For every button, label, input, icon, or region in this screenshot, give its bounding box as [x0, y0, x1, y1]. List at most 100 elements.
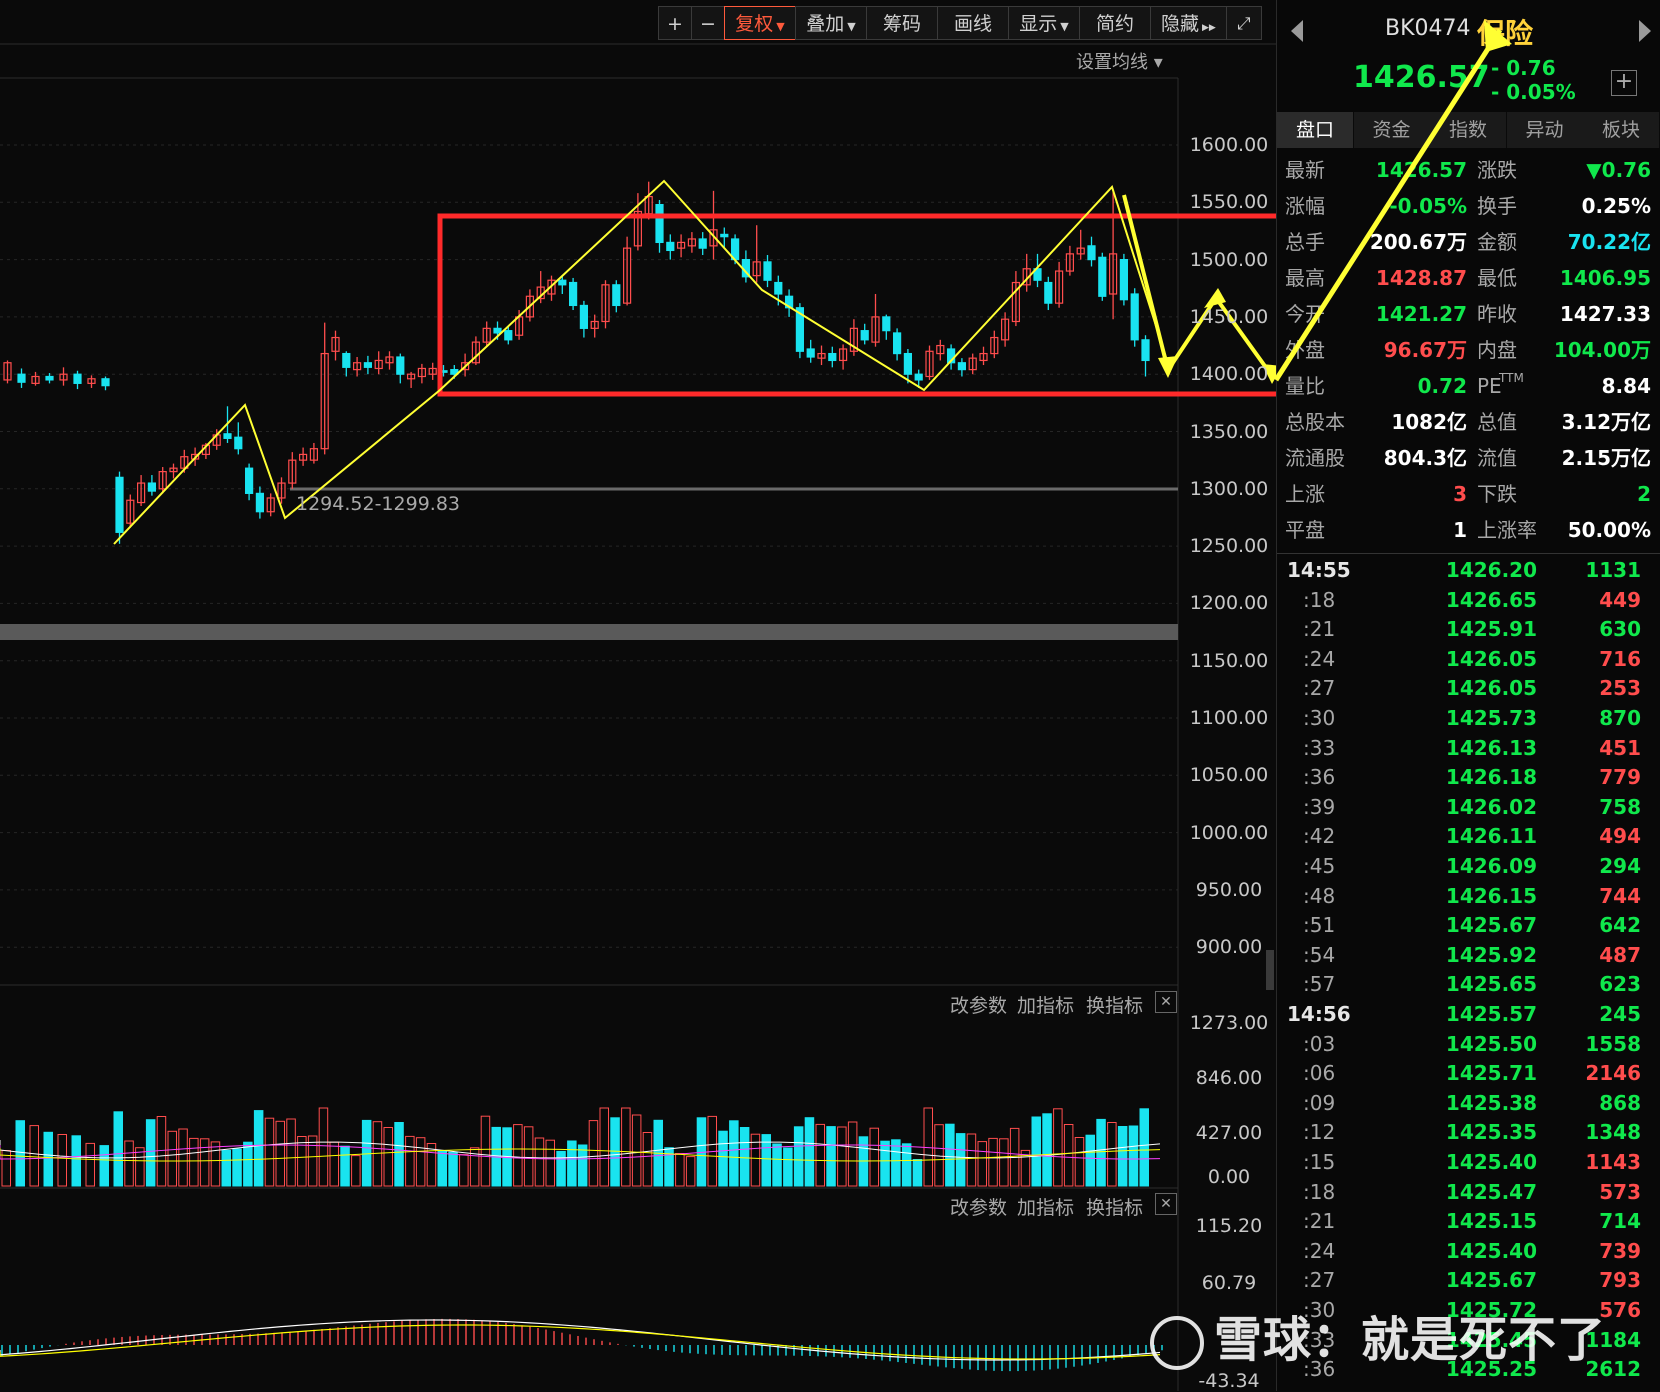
volume-bar [793, 1126, 804, 1187]
next-arrow-icon[interactable] [1639, 20, 1651, 42]
tick-price: 1426.18 [1445, 765, 1537, 790]
tick-time: :24 [1303, 646, 1336, 671]
quote-value: 50.00% [1567, 518, 1651, 542]
volume-bar [383, 1127, 393, 1187]
indicator-button-1[interactable]: 加指标 [1017, 991, 1074, 1018]
candle-body [101, 378, 110, 387]
tick-price: 1426.11 [1445, 824, 1537, 849]
candle-body [115, 476, 124, 533]
plus-box-icon[interactable]: + [1611, 70, 1637, 96]
indicator-button-2[interactable]: 换指标 [1086, 1193, 1143, 1220]
panel-tab-0[interactable]: 盘口 [1277, 112, 1354, 148]
quote-label: 涨幅 [1285, 194, 1325, 218]
toolbar-item-label: 叠加 [806, 13, 845, 35]
support-level-label: 1294.52-1299.83 [296, 493, 460, 515]
volume-bar [556, 1150, 566, 1187]
toolbar-item-3[interactable]: 画线 [937, 6, 1009, 40]
toolbar-item-4[interactable]: 显示 ▼ [1008, 6, 1080, 40]
candle-body [255, 492, 264, 513]
volume-bar [901, 1143, 912, 1187]
axis-tick-label: 60.79 [1201, 1272, 1257, 1294]
toolbar-item-5[interactable]: 简约 [1079, 6, 1151, 40]
xueqiu-logo-icon [1150, 1316, 1204, 1370]
indicator-button-1[interactable]: 加指标 [1017, 1193, 1074, 1220]
tick-time: :33 [1303, 735, 1336, 760]
tick-volume: 1348 [1585, 1120, 1641, 1145]
candle-body [234, 436, 243, 450]
indicator-button-0[interactable]: 改参数 [950, 1193, 1007, 1220]
quote-value: 0.25% [1581, 194, 1651, 218]
indicator-button-0[interactable]: 改参数 [950, 991, 1007, 1018]
volume-bar [43, 1131, 53, 1187]
volume-bar [167, 1130, 177, 1187]
panel-tab-1[interactable]: 资金 [1353, 112, 1431, 148]
scroll-bar[interactable] [0, 624, 1178, 640]
ma-setting-button[interactable]: 设置均线 ▾ [1076, 48, 1163, 74]
quote-panel: BK0474 保险 1426.57 - 0.76 - 0.05% + 盘口 资金指… [1276, 0, 1660, 1391]
volume-bar [437, 1150, 447, 1187]
axis-tick-label: 427.00 [1195, 1122, 1263, 1144]
quote-value: 1082亿 [1391, 410, 1467, 434]
price-tick-label: 1600.00 [1189, 134, 1269, 156]
volume-bar [1074, 1137, 1085, 1187]
tick-price: 1426.05 [1445, 676, 1537, 701]
zoom-out-button[interactable]: − [691, 6, 725, 40]
volume-bar [210, 1141, 221, 1187]
volume-bar [1096, 1118, 1106, 1187]
tick-price: 1425.73 [1445, 706, 1537, 730]
volume-bar [29, 1125, 39, 1187]
expand-icon[interactable]: ⤢ [1225, 6, 1262, 40]
volume-bar [135, 1147, 145, 1187]
tick-price: 1425.57 [1445, 1002, 1537, 1026]
tick-time: 14:56 [1287, 1002, 1351, 1026]
quote-value: 104.00万 [1553, 338, 1651, 362]
tick-time: :12 [1303, 1120, 1336, 1145]
quote-value: ▼0.76 [1586, 158, 1651, 182]
volume-bar [459, 1154, 469, 1187]
tick-price: 1425.47 [1445, 1179, 1537, 1204]
price-tick-label: 1400.00 [1189, 363, 1269, 386]
tick-price: 1426.65 [1445, 587, 1537, 612]
toolbar-item-1[interactable]: 叠加 ▼ [795, 6, 867, 40]
tick-time: :48 [1303, 883, 1336, 908]
toolbar-item-6[interactable]: 隐藏 ▶▶ [1150, 6, 1227, 40]
quote-value: 1428.87 [1375, 266, 1467, 290]
panel-tab-3[interactable]: 异动 [1506, 112, 1584, 148]
volume-bar [1053, 1108, 1063, 1187]
candle-body [914, 373, 923, 381]
toolbar-item-2[interactable]: 筹码 [866, 6, 938, 40]
volume-bar [631, 1114, 642, 1187]
volume-bar [977, 1141, 987, 1187]
tick-volume: 779 [1599, 765, 1641, 790]
toolbar-item-0[interactable]: 复权 ▼ [724, 6, 796, 40]
panel-tab-2[interactable]: 指数 [1430, 112, 1507, 148]
volume-bar [599, 1107, 609, 1187]
zoom-in-button[interactable]: + [658, 6, 692, 40]
indicator-button-2[interactable]: 换指标 [1086, 991, 1143, 1018]
kline-chart[interactable] [0, 0, 1276, 1391]
axis-tick-label: 115.20 [1195, 1215, 1263, 1237]
quote-value: 1 [1453, 518, 1467, 542]
close-icon[interactable]: ✕ [1155, 1193, 1177, 1215]
toolbar-item-label: 简约 [1095, 13, 1134, 35]
candle-body [342, 352, 351, 368]
candle-body [363, 362, 372, 368]
pe-ttm-sup: TTM [1499, 371, 1524, 385]
last-price: 1426.57 [1353, 60, 1490, 95]
candle-body [396, 356, 405, 375]
volume-bar [545, 1139, 555, 1187]
candle-body [504, 330, 513, 341]
close-icon[interactable]: ✕ [1155, 991, 1177, 1013]
volume-bar [739, 1127, 750, 1187]
tick-volume: 793 [1599, 1268, 1641, 1293]
volume-bar [85, 1142, 95, 1187]
prev-arrow-icon[interactable] [1291, 20, 1303, 42]
volume-bar [729, 1120, 739, 1187]
volume-bar [718, 1130, 728, 1187]
quote-label: 最新 [1285, 158, 1325, 182]
panel-tab-4[interactable]: 板块 [1583, 112, 1660, 148]
volume-bar [124, 1140, 134, 1187]
panel-resize-handle[interactable] [1266, 950, 1274, 990]
quote-value: 2.15万亿 [1561, 446, 1651, 470]
tick-time: :27 [1303, 1268, 1336, 1293]
